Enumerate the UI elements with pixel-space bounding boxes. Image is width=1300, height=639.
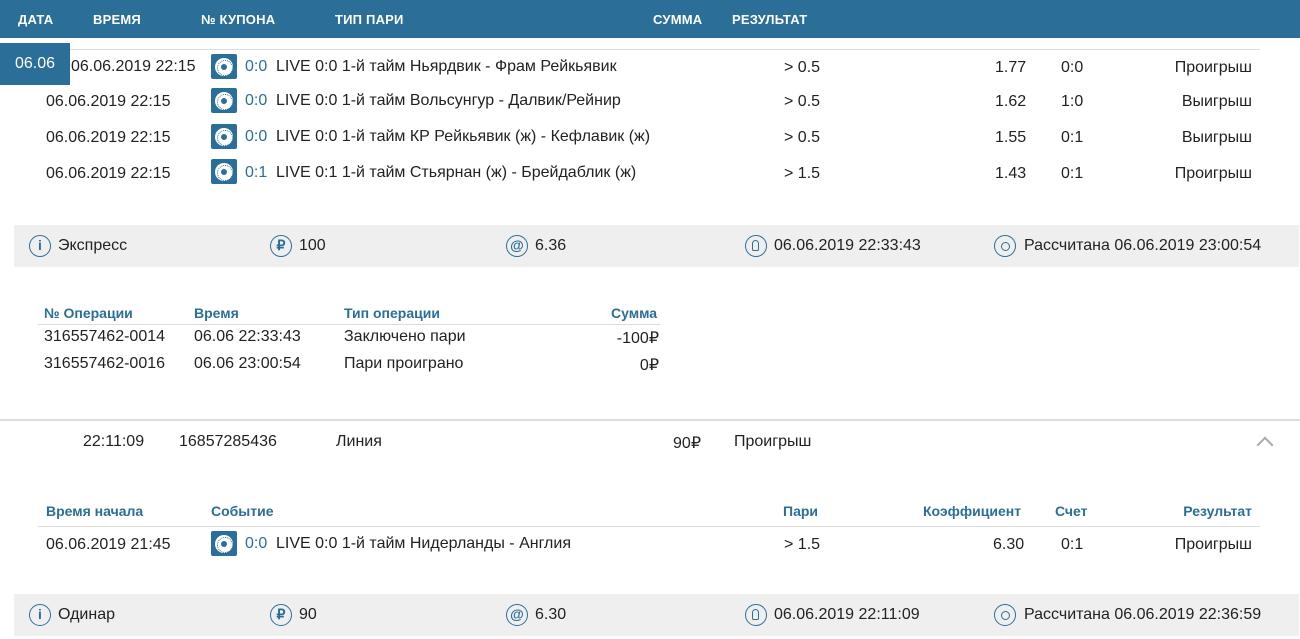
op-number: 316557462-0016 [44, 355, 166, 372]
event-description[interactable]: LIVE 0:0 1-й тайм КР Рейкьявик (ж) - Кеф… [276, 128, 650, 146]
event-odds: 1.55 [995, 129, 1027, 146]
event-pick: > 1.5 [784, 536, 821, 553]
event-odds: 1.77 [995, 59, 1027, 76]
th-score: Счет [1055, 503, 1088, 519]
event-final-score: 1:0 [1061, 93, 1084, 110]
pin-icon [745, 604, 767, 626]
circle-status-icon [994, 235, 1016, 257]
soccer-ball-icon [211, 54, 237, 79]
bet1-summary-bar: i Экспресс ₽ 100 @ 6.36 06.06.2019 22:33… [14, 225, 1299, 267]
header-result[interactable]: РЕЗУЛЬТАТ [732, 12, 807, 27]
ops-header-sum: Сумма [611, 305, 658, 321]
th-start-time: Время начала [46, 503, 144, 519]
circle-status-icon [994, 604, 1016, 626]
event-final-score: 0:1 [1061, 129, 1084, 146]
header-coupon[interactable]: № КУПОНА [201, 12, 275, 27]
coupon-number: 16857285436 [179, 433, 277, 450]
event-description[interactable]: LIVE 0:0 1-й тайм Вольсунгур - Далвик/Ре… [276, 92, 621, 110]
op-time: 06.06 23:00:54 [194, 355, 301, 372]
event-datetime: 06.06.2019 22:15 [46, 165, 171, 182]
event-datetime: 06.06.2019 22:15 [71, 58, 196, 75]
op-sum: 0₽ [639, 357, 659, 374]
event-datetime: 06.06.2019 22:15 [46, 93, 171, 110]
event-pick: > 1.5 [784, 165, 821, 182]
pin-icon [745, 235, 767, 257]
coupon-amount: 90₽ [673, 435, 701, 452]
header-amount[interactable]: СУММА [653, 12, 702, 27]
event-score[interactable]: 0:1 [245, 164, 267, 182]
bet-settled-status: Рассчитана 06.06.2019 22:36:59 [1024, 606, 1262, 623]
bet2-summary-bar: i Одинар ₽ 90 @ 6.30 06.06.2019 22:11:09… [14, 594, 1299, 636]
divider [38, 49, 1260, 50]
th-result: Результат [1183, 503, 1252, 519]
ops-header-op: № Операции [44, 305, 133, 321]
bet-total-odds: 6.36 [535, 237, 567, 254]
ruble-icon: ₽ [270, 235, 292, 257]
op-type: Заключено пари [344, 328, 466, 345]
coupon-time: 22:11:09 [83, 433, 145, 450]
event-result: Выигрыш [1181, 93, 1252, 110]
op-time: 06.06 22:33:43 [194, 328, 301, 345]
event-final-score: 0:1 [1061, 536, 1084, 553]
divider [38, 526, 1260, 527]
event-result: Проигрыш [1174, 165, 1252, 182]
event-odds: 6.30 [993, 536, 1025, 553]
bet-stake: 100 [299, 237, 326, 254]
op-sum: -100₽ [616, 330, 659, 347]
bet-settled-status: Рассчитана 06.06.2019 23:00:54 [1024, 237, 1262, 254]
th-pick: Пари [783, 503, 819, 519]
soccer-ball-icon [211, 124, 237, 149]
event-result: Проигрыш [1174, 536, 1252, 553]
table-header: ДАТА ВРЕМЯ № КУПОНА ТИП ПАРИ СУММА РЕЗУЛ… [0, 0, 1300, 38]
info-icon[interactable]: i [29, 235, 51, 257]
event-description[interactable]: LIVE 0:1 1-й тайм Стьярнан (ж) - Брейдаб… [276, 164, 636, 182]
ruble-icon: ₽ [270, 604, 292, 626]
event-odds: 1.43 [995, 165, 1027, 182]
event-pick: > 0.5 [784, 93, 821, 110]
info-icon[interactable]: i [29, 604, 51, 626]
coupon-type: Линия [336, 433, 382, 450]
event-description[interactable]: LIVE 0:0 1-й тайм Нидерланды - Англия [276, 535, 571, 553]
event-datetime: 06.06.2019 21:45 [46, 536, 171, 553]
op-type: Пари проиграно [344, 355, 464, 372]
coupon-separator [0, 419, 1300, 421]
soccer-ball-icon [211, 159, 237, 184]
divider [38, 324, 660, 325]
header-date[interactable]: ДАТА [18, 12, 53, 27]
event-final-score: 0:0 [1061, 59, 1084, 76]
date-group-badge: 06.06 [0, 43, 70, 85]
event-score[interactable]: 0:0 [245, 535, 267, 553]
ops-header-time: Время [194, 305, 239, 321]
header-bet-type[interactable]: ТИП ПАРИ [335, 12, 404, 27]
bet-stake: 90 [299, 606, 317, 623]
event-score[interactable]: 0:0 [245, 128, 267, 146]
event-score[interactable]: 0:0 [245, 58, 267, 76]
event-result: Проигрыш [1174, 59, 1252, 76]
header-time[interactable]: ВРЕМЯ [93, 12, 141, 27]
event-final-score: 0:1 [1061, 165, 1084, 182]
bet-total-odds: 6.30 [535, 606, 567, 623]
event-datetime: 06.06.2019 22:15 [46, 129, 171, 146]
th-odds: Коэффициент [923, 503, 1022, 519]
event-pick: > 0.5 [784, 129, 821, 146]
bet-placed-time: 06.06.2019 22:33:43 [774, 237, 921, 254]
event-description[interactable]: LIVE 0:0 1-й тайм Ньярдвик - Фрам Рейкья… [276, 58, 617, 76]
bet-kind: Экспресс [58, 237, 128, 254]
coupon-result: Проигрыш [734, 433, 812, 450]
at-icon: @ [506, 604, 528, 626]
th-event: Событие [211, 503, 274, 519]
bet-placed-time: 06.06.2019 22:11:09 [774, 606, 920, 623]
op-number: 316557462-0014 [44, 328, 166, 345]
soccer-ball-icon [211, 531, 237, 556]
event-odds: 1.62 [995, 93, 1027, 110]
bet-kind: Одинар [58, 606, 115, 623]
event-result: Выигрыш [1181, 129, 1252, 146]
soccer-ball-icon [211, 88, 237, 113]
event-score[interactable]: 0:0 [245, 92, 267, 110]
ops-header-type: Тип операции [344, 305, 440, 321]
event-pick: > 0.5 [784, 59, 821, 76]
at-icon: @ [506, 235, 528, 257]
chevron-up-icon[interactable] [1256, 436, 1274, 454]
